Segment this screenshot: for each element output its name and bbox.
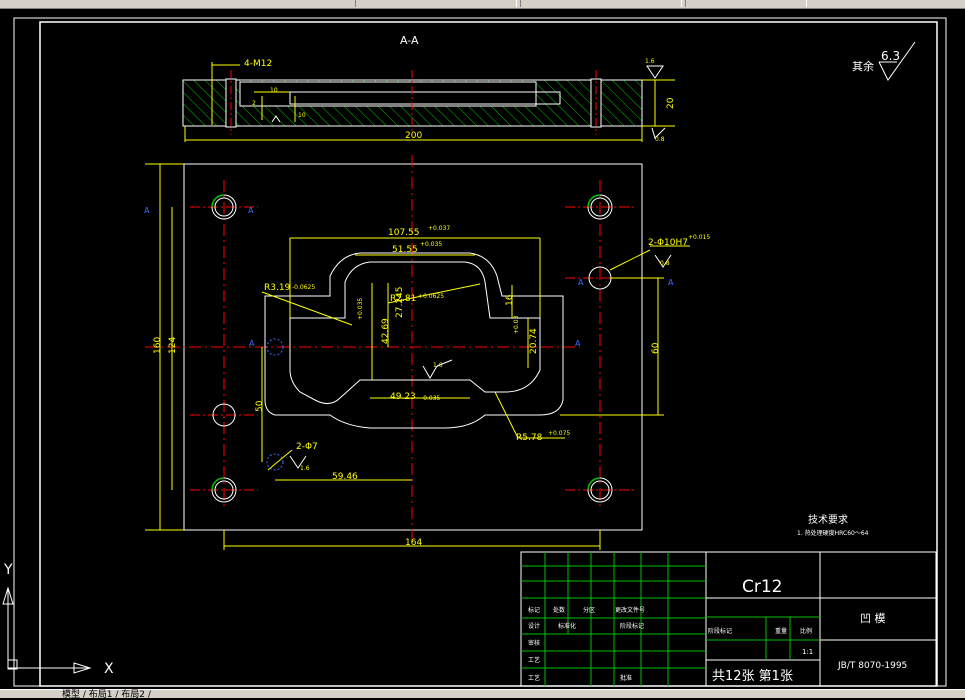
section-title: A-A (400, 34, 419, 47)
tb-stdz: 标准化 (558, 622, 576, 630)
tb-scale: 1:1 (802, 648, 813, 656)
dim-20-74: 20.74 (529, 328, 539, 354)
sec-mark-2: A (248, 206, 254, 215)
sec-mark-3: A (578, 278, 584, 287)
dim-59-46: 59.46 (332, 472, 358, 482)
tb-material: Cr12 (742, 577, 783, 597)
ucs-x-label: X (104, 661, 114, 677)
tb-count: 处数 (553, 606, 565, 614)
dim-124: 124 (168, 337, 178, 354)
toolbar-dropdown-2[interactable] (520, 0, 682, 7)
dim-2-phi10h7-tol: +0.015 (688, 234, 710, 241)
tb-zone: 分区 (583, 606, 595, 614)
dim-2-phi10h7: 2-Φ10H7 (648, 238, 688, 248)
dim-4m12: 4-M12 (244, 59, 272, 69)
tb-design: 设计 (528, 622, 540, 630)
dim-160: 160 (153, 337, 163, 354)
dim-107-55-tol: +0.037 (428, 225, 450, 232)
surface-finish-prefix: 其余 (852, 59, 874, 73)
title-block: 标记 处数 分区 更改文件号 设计 标准化 阶段标记 阶段标记 重量 比例 审核… (520, 551, 937, 687)
ucs-y-label: Y (3, 562, 13, 578)
drawing-canvas[interactable]: A-A 其余 6.3 4-M12 10 10 2 20 200 1.6 0.8 … (0, 9, 965, 689)
tb-stage: 阶段标记 (620, 622, 644, 630)
cad-drawing: A-A 其余 6.3 4-M12 10 10 2 20 200 1.6 0.8 … (2, 17, 947, 687)
sec-mark-4: A (668, 278, 674, 287)
dim-20: 20 (666, 97, 676, 109)
toolbar-dropdown-3[interactable] (685, 0, 807, 7)
rough-0-8b: 0.8 (660, 260, 670, 267)
dim-51-55: 51.55 (392, 245, 418, 255)
dim-10b: 10 (298, 112, 306, 119)
rough-1-6: 1.6 (645, 58, 655, 65)
ucs-icon: Y X (2, 562, 114, 677)
dim-27-245: 27.245 (395, 287, 405, 319)
dim-107-55: 107.55 (388, 228, 420, 238)
tb-sheets: 共12张 第1张 (712, 669, 793, 684)
sec-mark-1: A (144, 206, 150, 215)
tb-review: 审核 (528, 639, 540, 647)
sec-mark-5: A (249, 339, 255, 348)
plan-view: A A A A A A 107.55 +0.037 51.55 +0.035 R… (144, 155, 710, 550)
tech-req-line1: 1. 热处理硬度HRC60～64 (797, 529, 869, 537)
tech-requirements: 技术要求 1. 热处理硬度HRC60～64 (797, 513, 869, 537)
tb-docno: 更改文件号 (615, 606, 645, 614)
tb-ratio: 比例 (800, 627, 812, 635)
dim-r5-78: R5.78 (516, 433, 543, 443)
dim-r3-19: R3.19 (264, 283, 291, 293)
dim-42-69-tol: +0.035 (357, 298, 364, 320)
tb-mark: 标记 (528, 606, 540, 614)
dim-49-23-tol: -0.035 (421, 395, 441, 402)
rough-1-6c: 1.6 (300, 465, 310, 472)
tb-process2: 工艺 (528, 674, 540, 682)
dim-2-phi7: 2-Φ7 (296, 442, 318, 452)
dim-20-74-tol: +0.03 (513, 315, 520, 334)
dim-16: 16 (505, 294, 515, 306)
section-view: 4-M12 10 10 2 20 200 1.6 0.8 (182, 58, 676, 143)
dim-60: 60 (651, 342, 661, 354)
dim-50: 50 (255, 400, 265, 412)
rough-1-6b: 1.6 (433, 362, 443, 369)
dim-2: 2 (252, 100, 256, 107)
dim-49-23: 49.23 (390, 392, 416, 402)
dim-r5-78-tol: +0.075 (548, 430, 570, 437)
title-bar (0, 0, 965, 9)
dim-164: 164 (405, 538, 422, 548)
surface-finish-value: 6.3 (881, 49, 900, 63)
tech-req-title: 技术要求 (808, 513, 848, 526)
tb-stage2: 阶段标记 (708, 627, 732, 635)
tb-weight: 重量 (775, 627, 787, 635)
layout-tabs-text[interactable]: 模型 / 布局1 / 布局2 / (62, 687, 151, 700)
tb-part-name: 凹 模 (860, 612, 886, 625)
dim-51-55-tol: +0.035 (420, 241, 442, 248)
toolbar-dropdown-1[interactable] (355, 0, 517, 7)
tb-standard: JB/T 8070-1995 (837, 661, 907, 671)
dim-r2-81-tol: +0.0625 (418, 293, 444, 300)
surface-finish-symbol: 其余 6.3 (852, 41, 916, 81)
sec-mark-6: A (575, 339, 581, 348)
tb-process: 工艺 (528, 656, 540, 664)
dim-42-69: 42.69 (381, 318, 391, 344)
dim-10a: 10 (270, 87, 278, 94)
dim-200: 200 (405, 131, 422, 141)
tb-approve: 批准 (620, 674, 632, 682)
rough-0-8: 0.8 (655, 136, 665, 143)
dim-r3-19-tol: -0.0625 (292, 284, 315, 291)
